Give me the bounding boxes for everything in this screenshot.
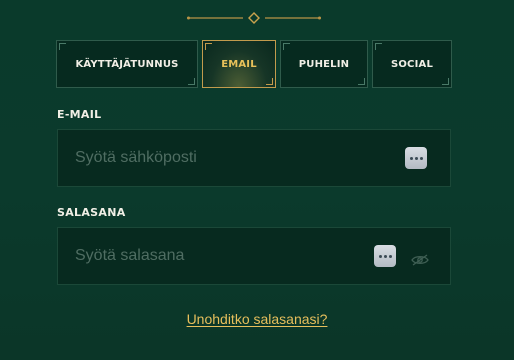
email-input[interactable] xyxy=(75,130,375,186)
tab-phone[interactable]: PUHELIN xyxy=(280,40,368,88)
password-label: SALASANA xyxy=(57,206,126,219)
tab-email[interactable]: EMAIL xyxy=(202,40,276,88)
forgot-password-link[interactable]: Unohditko salasanasi? xyxy=(0,311,514,327)
divider-ornament-icon xyxy=(187,12,321,24)
email-label: E-MAIL xyxy=(57,108,102,121)
password-manager-icon[interactable] xyxy=(405,147,427,169)
password-input[interactable] xyxy=(75,228,375,284)
password-manager-icon[interactable] xyxy=(374,245,396,267)
login-method-tabs: KÄYTTÄJÄTUNNUS EMAIL PUHELIN SOCIAL xyxy=(56,40,452,88)
eye-slash-icon[interactable] xyxy=(411,254,429,266)
password-field-container xyxy=(57,227,451,285)
tab-social[interactable]: SOCIAL xyxy=(372,40,452,88)
tab-username[interactable]: KÄYTTÄJÄTUNNUS xyxy=(56,40,198,88)
email-field-container xyxy=(57,129,451,187)
